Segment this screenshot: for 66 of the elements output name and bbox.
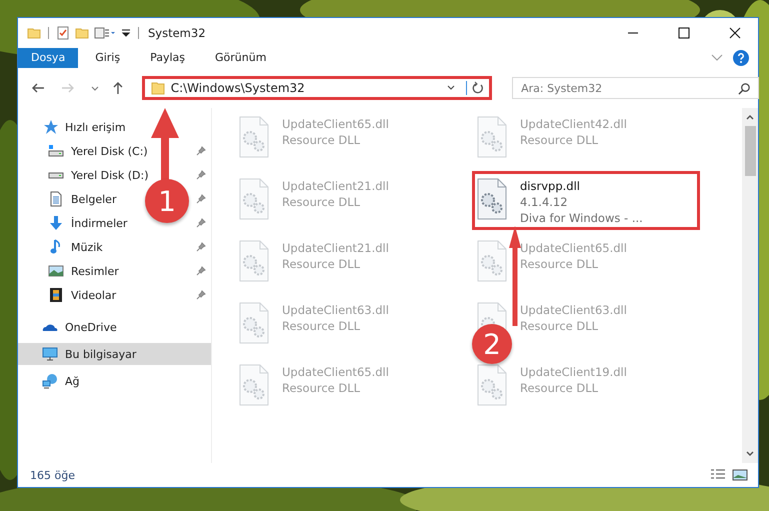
file-detail: Resource DLL xyxy=(520,132,600,148)
sidebar-item[interactable]: İndirmeler xyxy=(18,211,132,235)
file-detail: Resource DLL xyxy=(520,318,600,334)
pin-icon[interactable] xyxy=(196,194,206,204)
file-detail: Diva for Windows - ... xyxy=(520,210,643,226)
pin-icon[interactable] xyxy=(196,290,206,300)
file-detail: Resource DLL xyxy=(282,318,362,334)
image-icon xyxy=(48,263,64,279)
settings-file-icon xyxy=(238,240,270,282)
folder-icon[interactable] xyxy=(75,26,89,40)
ribbon-tab[interactable]: Dosya xyxy=(18,48,78,68)
pin-icon[interactable] xyxy=(196,218,206,228)
settings-file-icon xyxy=(476,240,508,282)
file-detail: 4.1.4.12 xyxy=(520,194,569,210)
properties-icon[interactable] xyxy=(56,26,70,40)
customize-icon[interactable] xyxy=(121,28,131,38)
ribbon-tab[interactable]: Görünüm xyxy=(202,48,280,68)
file-detail: Resource DLL xyxy=(282,256,362,272)
star-icon xyxy=(42,119,58,135)
file-detail: Resource DLL xyxy=(282,194,362,210)
settings-file-icon xyxy=(476,364,508,406)
folder-icon xyxy=(150,81,165,95)
address-path: C:\Windows\System32 xyxy=(170,81,306,95)
sidebar-item[interactable]: Resimler xyxy=(18,259,123,283)
window-title: System32 xyxy=(148,26,206,40)
pin-icon[interactable] xyxy=(196,266,206,276)
file-detail: Resource DLL xyxy=(520,256,600,272)
sidebar-item[interactable]: OneDrive xyxy=(18,315,211,339)
sidebar-item[interactable]: Videolar xyxy=(18,283,120,307)
search-field[interactable]: Ara: System32 xyxy=(512,77,760,99)
file-name[interactable]: disrvpp.dll xyxy=(520,178,643,194)
sidebar-item[interactable]: Belgeler xyxy=(18,187,120,211)
film-icon xyxy=(48,287,64,303)
download-icon xyxy=(48,215,64,231)
item-count: 165 öğe xyxy=(30,468,75,482)
sidebar-item[interactable]: Hızlı erişim xyxy=(18,115,211,139)
file-detail: Resource DLL xyxy=(520,380,600,396)
settings-file-icon xyxy=(476,116,508,158)
large-icons-view-icon[interactable] xyxy=(732,468,748,482)
sidebar-item[interactable]: Bu bilgisayar xyxy=(18,343,211,365)
scrollbar-thumb[interactable] xyxy=(744,126,756,176)
sidebar-item[interactable]: Müzik xyxy=(18,235,107,259)
settings-file-icon xyxy=(238,178,270,220)
monitor-icon xyxy=(42,346,58,362)
pin-icon[interactable] xyxy=(196,170,206,180)
drive-icon xyxy=(48,172,64,178)
pin-icon[interactable] xyxy=(196,242,206,252)
settings-file-icon xyxy=(238,116,270,158)
file-detail: Resource DLL xyxy=(282,380,362,396)
ribbon-tab[interactable]: Paylaş xyxy=(137,48,198,68)
settings-file-icon xyxy=(476,178,508,220)
document-icon xyxy=(48,191,64,207)
scrollbar[interactable] xyxy=(742,108,758,463)
drive-icon xyxy=(48,143,64,159)
settings-file-icon xyxy=(238,302,270,344)
sidebar-item[interactable]: Ağ xyxy=(18,369,211,393)
folder-icon[interactable] xyxy=(27,26,41,40)
file-detail: Resource DLL xyxy=(282,132,362,148)
sidebar-item[interactable]: Yerel Disk (C:) xyxy=(18,139,152,163)
help-icon[interactable] xyxy=(733,50,749,66)
view-icon[interactable] xyxy=(94,26,116,40)
ribbon-tab[interactable]: Giriş xyxy=(82,48,134,68)
pin-icon[interactable] xyxy=(196,146,206,156)
network-icon xyxy=(42,373,58,389)
settings-file-icon xyxy=(238,364,270,406)
address-bar[interactable]: C:\Windows\System32 xyxy=(142,76,492,100)
